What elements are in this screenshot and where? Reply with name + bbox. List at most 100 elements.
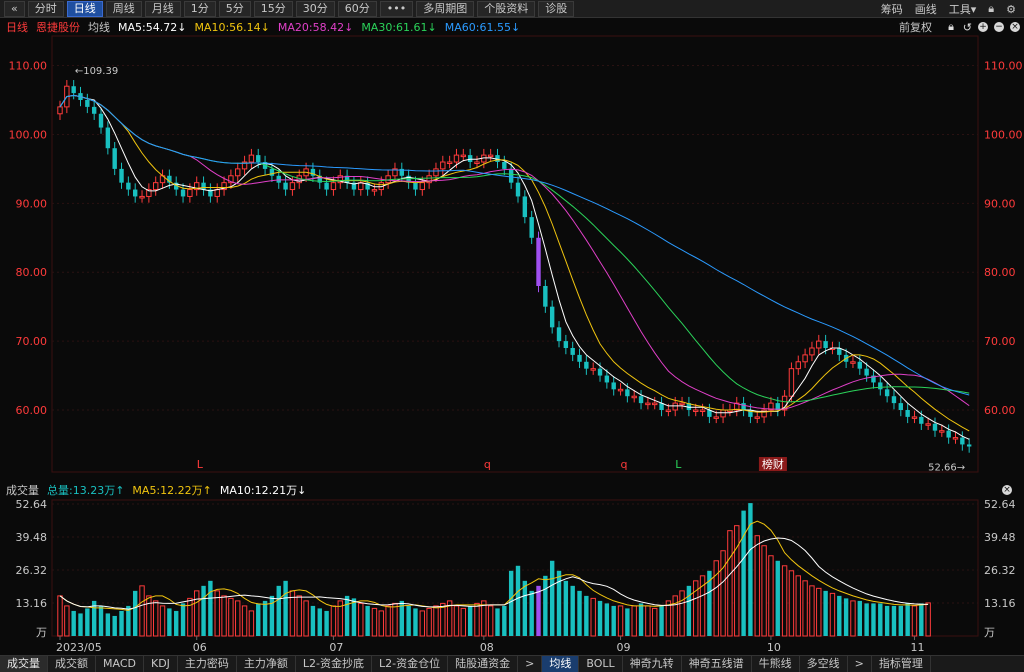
volume-bar [754, 535, 760, 637]
volume-bar [57, 595, 63, 637]
tab-9[interactable]: > [518, 656, 543, 672]
volume-bar [426, 607, 432, 637]
candle-body [597, 368, 603, 376]
candle-body [652, 402, 658, 406]
candle-body [276, 175, 281, 183]
candle-body [864, 368, 869, 376]
candle-body [508, 168, 514, 183]
volume-bar [672, 595, 678, 637]
candle-body [153, 182, 159, 191]
tab-1[interactable]: 成交额 [48, 656, 96, 672]
volume-bar [898, 605, 904, 636]
volume-tick-left: 13.16 [16, 597, 48, 610]
volume-bar [241, 605, 248, 637]
volume-bar [837, 595, 842, 636]
candle-body [201, 182, 206, 190]
volume-bar [139, 585, 145, 637]
volume-bar [221, 595, 227, 637]
low-price-label: 52.66→ [928, 463, 965, 474]
price-tick-left: 80.00 [16, 266, 48, 279]
volume-bar [392, 602, 398, 637]
volume-bar [174, 610, 179, 636]
candle-body [487, 154, 494, 158]
tab-2[interactable]: MACD [96, 656, 144, 672]
event-marker: q [484, 458, 491, 471]
candle-body [112, 148, 117, 169]
volume-bar [317, 608, 322, 636]
volume-tick-right: 26.32 [984, 564, 1016, 577]
candle-body [823, 341, 828, 348]
price-tick-right: 100.00 [984, 128, 1023, 141]
candle-body [139, 195, 145, 199]
candle-body [816, 340, 822, 349]
candle-body [577, 354, 582, 362]
candle-body [549, 306, 555, 328]
candle-body [611, 382, 616, 390]
candle-body [180, 189, 186, 197]
tab-16[interactable]: > [848, 656, 872, 672]
tab-10[interactable]: 均线 [542, 656, 580, 672]
candle-body [187, 189, 193, 197]
volume-bar [153, 600, 159, 637]
candle-body [638, 396, 644, 404]
tab-7[interactable]: L2-资金仓位 [372, 656, 449, 672]
volume-bar [146, 595, 152, 637]
event-marker: q [621, 458, 628, 471]
volume-bar [809, 585, 815, 637]
tab-15[interactable]: 多空线 [800, 656, 848, 672]
tab-14[interactable]: 牛熊线 [752, 656, 800, 672]
candle-body [645, 402, 651, 406]
event-badge: 榜财 [762, 457, 784, 471]
volume-bar [577, 590, 582, 636]
ma-line-ma30 [59, 94, 970, 403]
tab-5[interactable]: 主力净额 [237, 656, 296, 672]
volume-bar [727, 530, 733, 637]
volume-bar [487, 605, 494, 637]
candle-body [563, 341, 569, 348]
candle-body [529, 217, 534, 238]
candle-body [952, 437, 959, 440]
volume-bar [686, 585, 692, 636]
candle-body [440, 161, 446, 170]
price-tick-right: 110.00 [984, 60, 1023, 73]
candle-body [433, 168, 439, 177]
tab-13[interactable]: 神奇五线谱 [682, 656, 752, 672]
volume-bar [283, 580, 288, 636]
price-tick-left: 70.00 [16, 335, 48, 348]
candle-body [809, 347, 815, 356]
volume-bar [543, 575, 548, 636]
volume-bar [522, 580, 528, 636]
price-tick-left: 100.00 [9, 128, 48, 141]
tab-12[interactable]: 神奇九转 [623, 656, 682, 672]
volume-bar [378, 610, 384, 637]
candle-body [235, 168, 241, 177]
tab-4[interactable]: 主力密码 [178, 656, 237, 672]
volume-bar [112, 615, 117, 636]
tab-8[interactable]: 陆股通资金 [448, 656, 519, 672]
volume-bar [105, 613, 111, 636]
price-tick-right: 70.00 [984, 335, 1016, 348]
candle-body [256, 155, 261, 162]
candle-body [932, 423, 938, 431]
volume-bar [419, 610, 425, 637]
volume-bar [693, 580, 699, 637]
tab-11[interactable]: BOLL [579, 656, 623, 672]
volume-bar [269, 595, 275, 636]
time-label: 08 [480, 641, 494, 654]
tab-6[interactable]: L2-资金抄底 [296, 656, 373, 672]
kline-chart[interactable]: 110.00 110.00 100.00 100.00 90.00 90.00 80.00 8… [0, 0, 1024, 655]
candle-body [672, 402, 678, 411]
volume-bar [905, 603, 910, 636]
tab-3[interactable]: KDJ [144, 656, 178, 672]
volume-bar [768, 555, 774, 637]
tab-0[interactable]: 成交量 [0, 656, 48, 672]
volume-tick-left: 26.32 [16, 564, 48, 577]
volume-tick-left: 39.48 [16, 531, 48, 544]
volume-bar [775, 560, 780, 636]
tab-17[interactable]: 指标管理 [872, 656, 931, 672]
price-tick-right: 80.00 [984, 266, 1016, 279]
candle-body [693, 409, 699, 412]
volume-bar [823, 590, 828, 636]
candle-body [57, 106, 63, 115]
volume-bar [385, 605, 391, 637]
